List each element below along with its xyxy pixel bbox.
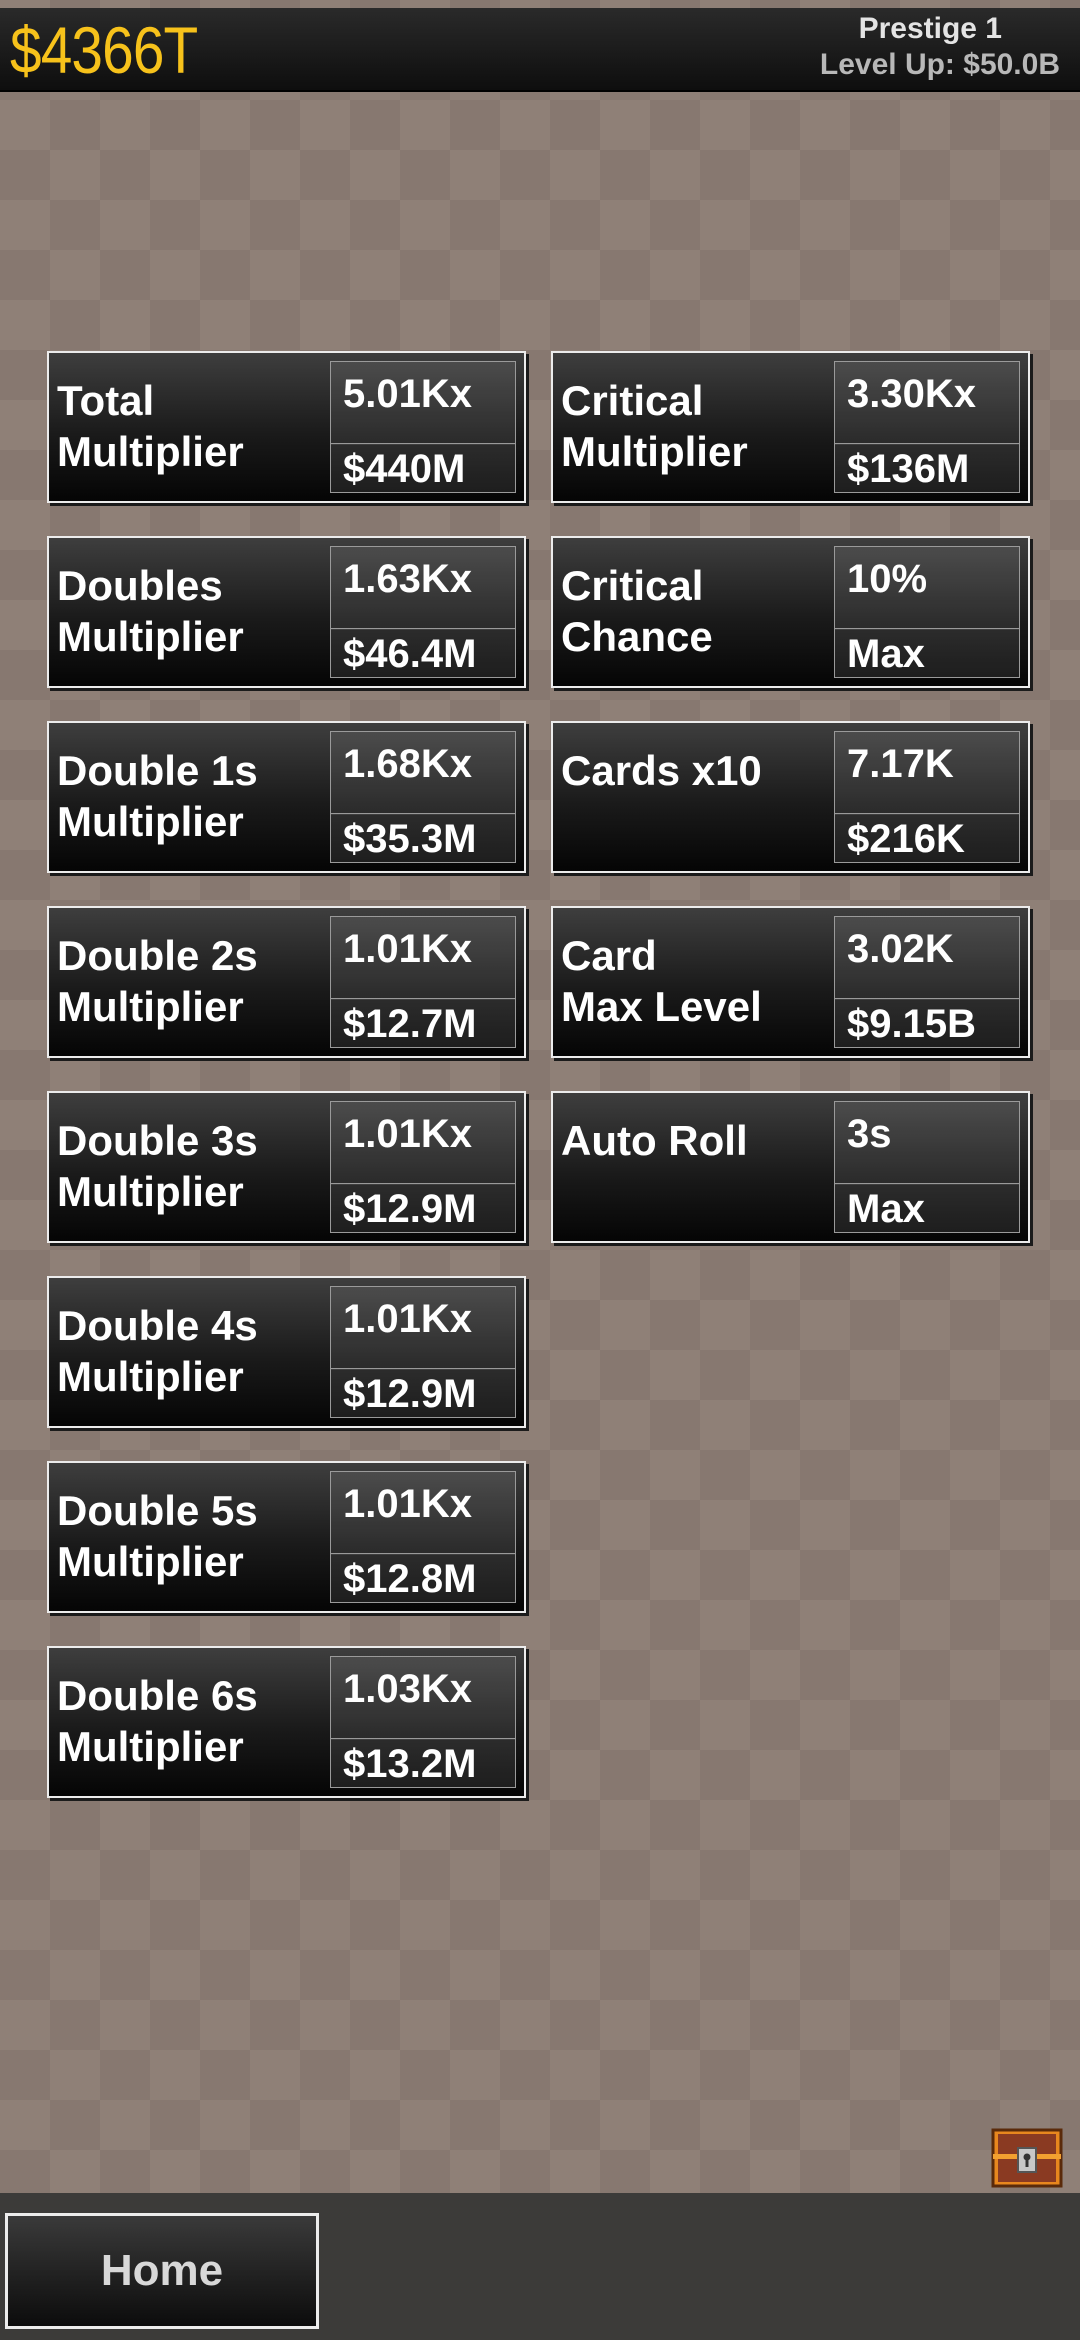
upgrade-title: Auto Roll: [561, 1117, 748, 1164]
upgrade-cost: $12.8M: [330, 1553, 516, 1603]
upgrade-title: Double 1s Multiplier: [57, 747, 258, 845]
upgrade-critical-multiplier[interactable]: Critical Multiplier 3.30Kx $136M: [551, 351, 1030, 503]
upgrade-cost: $440M: [330, 443, 516, 493]
upgrade-cards-x10[interactable]: Cards x10 7.17K $216K: [551, 721, 1030, 873]
home-button[interactable]: Home: [5, 2213, 319, 2329]
upgrade-double-3s-multiplier[interactable]: Double 3s Multiplier 1.01Kx $12.9M: [47, 1091, 526, 1243]
upgrade-card-max-level[interactable]: Card Max Level 3.02K $9.15B: [551, 906, 1030, 1058]
upgrade-total-multiplier[interactable]: Total Multiplier 5.01Kx $440M: [47, 351, 526, 503]
prestige-label: Prestige 1: [858, 12, 1002, 45]
upgrade-title: Critical Multiplier: [561, 377, 748, 475]
upgrade-cost: $12.9M: [330, 1368, 516, 1418]
upgrade-title: Double 2s Multiplier: [57, 932, 258, 1030]
money-counter: $4366T: [10, 13, 198, 87]
upgrade-value: 5.01Kx: [330, 361, 516, 445]
upgrade-value: 10%: [834, 546, 1020, 630]
upgrade-title: Doubles Multiplier: [57, 562, 244, 660]
upgrade-cost: $12.9M: [330, 1183, 516, 1233]
upgrade-title: Card Max Level: [561, 932, 762, 1030]
upgrade-auto-roll[interactable]: Auto Roll 3s Max: [551, 1091, 1030, 1243]
upgrade-doubles-multiplier[interactable]: Doubles Multiplier 1.63Kx $46.4M: [47, 536, 526, 688]
upgrade-value: 1.01Kx: [330, 916, 516, 1000]
upgrade-value: 3.30Kx: [834, 361, 1020, 445]
upgrade-value: 3.02K: [834, 916, 1020, 1000]
bottom-nav-bar: Home: [0, 2193, 1080, 2340]
upgrade-value: 1.01Kx: [330, 1101, 516, 1185]
upgrade-title: Total Multiplier: [57, 377, 244, 475]
upgrade-cost: Max: [834, 1183, 1020, 1233]
upgrade-cost: $136M: [834, 443, 1020, 493]
level-up-cost: Level Up: $50.0B: [819, 48, 1060, 81]
upgrade-title: Critical Chance: [561, 562, 713, 660]
upgrade-cost: $13.2M: [330, 1738, 516, 1788]
treasure-chest-icon[interactable]: [990, 2126, 1064, 2190]
upgrade-title: Cards x10: [561, 747, 762, 794]
upgrade-title: Double 3s Multiplier: [57, 1117, 258, 1215]
upgrade-cost: $35.3M: [330, 813, 516, 863]
upgrade-critical-chance[interactable]: Critical Chance 10% Max: [551, 536, 1030, 688]
upgrade-value: 3s: [834, 1101, 1020, 1185]
upgrade-value: 1.03Kx: [330, 1656, 516, 1740]
upgrade-double-5s-multiplier[interactable]: Double 5s Multiplier 1.01Kx $12.8M: [47, 1461, 526, 1613]
upgrade-value: 7.17K: [834, 731, 1020, 815]
upgrade-double-6s-multiplier[interactable]: Double 6s Multiplier 1.03Kx $13.2M: [47, 1646, 526, 1798]
upgrade-value: 1.63Kx: [330, 546, 516, 630]
upgrade-cost: $12.7M: [330, 998, 516, 1048]
upgrade-double-4s-multiplier[interactable]: Double 4s Multiplier 1.01Kx $12.9M: [47, 1276, 526, 1428]
top-bar: $4366T Prestige 1 Level Up: $50.0B: [0, 8, 1080, 92]
upgrade-value: 1.01Kx: [330, 1286, 516, 1370]
upgrade-value: 1.01Kx: [330, 1471, 516, 1555]
upgrade-cost: $46.4M: [330, 628, 516, 678]
upgrade-cost: Max: [834, 628, 1020, 678]
upgrade-value: 1.68Kx: [330, 731, 516, 815]
upgrade-cost: $216K: [834, 813, 1020, 863]
upgrade-double-1s-multiplier[interactable]: Double 1s Multiplier 1.68Kx $35.3M: [47, 721, 526, 873]
upgrade-title: Double 5s Multiplier: [57, 1487, 258, 1585]
upgrade-double-2s-multiplier[interactable]: Double 2s Multiplier 1.01Kx $12.7M: [47, 906, 526, 1058]
upgrade-title: Double 4s Multiplier: [57, 1302, 258, 1400]
upgrade-title: Double 6s Multiplier: [57, 1672, 258, 1770]
upgrade-cost: $9.15B: [834, 998, 1020, 1048]
